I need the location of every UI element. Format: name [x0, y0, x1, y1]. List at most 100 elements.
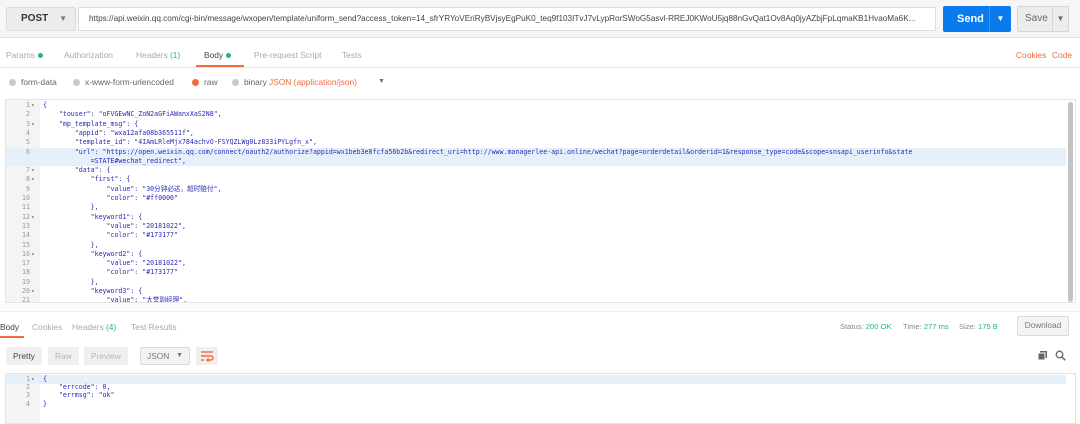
code-text: "value": "30分钟必达，超时赔付",	[43, 184, 222, 193]
wrap-lines-button[interactable]	[196, 347, 218, 365]
code-line[interactable]: 6 "url": "https://open.weixin.qq.com/con…	[6, 147, 1066, 157]
body-type-options: form-data x-www-form-urlencoded raw bina…	[0, 70, 1080, 94]
code-line[interactable]: 13 "value": "20181022",	[6, 222, 1066, 231]
request-body-editor[interactable]: 1 ▾{2 "touser": "oFVGEwNC_ZoN2aGFiAWanxXa…	[5, 99, 1076, 303]
code-text: "color": "#173177"	[43, 268, 178, 277]
pane-divider[interactable]	[0, 304, 1080, 312]
fold-caret-icon[interactable]: ▾	[31, 250, 35, 259]
fold-caret-icon[interactable]: ▾	[31, 175, 35, 184]
response-view-bar: Pretty Raw Preview JSON ▼	[0, 342, 1080, 370]
url-input[interactable]: https://api.weixin.qq.com/cgi-bin/messag…	[78, 7, 936, 31]
radio-raw[interactable]: raw	[192, 77, 218, 87]
caret-down-icon[interactable]: ▼	[1052, 7, 1068, 31]
response-format-select[interactable]: JSON ▼	[140, 347, 190, 365]
code-text: "keyword1": {	[43, 212, 143, 221]
fold-caret-icon[interactable]: ▾	[31, 287, 35, 296]
code-line[interactable]: 11 },	[6, 203, 1066, 212]
tab-headers[interactable]: Headers (1)	[136, 50, 180, 60]
raw-label: raw	[204, 77, 218, 87]
copy-button[interactable]	[1037, 350, 1048, 363]
caret-down-icon[interactable]: ▼	[378, 78, 385, 85]
view-preview-button[interactable]: Preview	[84, 347, 128, 365]
fold-caret-icon[interactable]: ▾	[31, 101, 35, 110]
tab-test-results[interactable]: Test Results	[131, 322, 177, 332]
code-link[interactable]: Code	[1052, 50, 1072, 60]
code-line[interactable]: 19 },	[6, 278, 1066, 287]
tab-response-cookies[interactable]: Cookies	[32, 322, 62, 332]
code-line[interactable]: 8 ▾ "first": {	[6, 175, 1066, 184]
method-label: POST	[21, 13, 49, 24]
code-line[interactable]: 9 "value": "30分钟必达，超时赔付",	[6, 185, 1066, 194]
tab-response-body[interactable]: Body	[0, 322, 19, 332]
code-line[interactable]: 21 "value": "大堂副经理",	[6, 296, 1066, 303]
copy-icon	[1037, 351, 1047, 361]
code-line[interactable]: 17 "value": "20181022",	[6, 259, 1066, 268]
code-line[interactable]: 4}	[6, 400, 1066, 409]
code-line[interactable]: 1 ▾ {	[6, 101, 1066, 110]
line-number: 7	[26, 166, 30, 175]
code-line[interactable]: =STATE#wechat_redirect",	[6, 156, 1066, 167]
tab-params[interactable]: Params	[6, 50, 43, 60]
search-button[interactable]	[1055, 350, 1066, 363]
caret-down-icon[interactable]: ▼	[989, 6, 1011, 32]
tab-params-label: Params	[6, 50, 35, 60]
radio-icon	[232, 79, 239, 86]
send-label: Send	[957, 13, 984, 25]
code-line[interactable]: 3 ▾ "mp_template_msg": {	[6, 120, 1066, 129]
radio-selected-icon	[192, 79, 199, 86]
code-text: "first": {	[43, 175, 131, 184]
view-raw-button[interactable]: Raw	[48, 347, 79, 365]
code-line[interactable]: 15 },	[6, 241, 1066, 250]
method-select[interactable]: POST ▼	[6, 7, 76, 31]
cookies-link[interactable]: Cookies	[1016, 50, 1046, 60]
code-text: "keyword2": {	[43, 249, 143, 258]
code-line[interactable]: 5 "template_id": "4IAmLRleMjx784achvO-FS…	[6, 138, 1066, 147]
request-tabs: Params Authorization Headers (1) Body Pr…	[0, 44, 1080, 68]
code-text: "value": "大堂副经理",	[43, 296, 188, 303]
code-text: =STATE#wechat_redirect",	[43, 156, 186, 165]
download-button[interactable]: Download	[1017, 316, 1069, 336]
tab-response-headers[interactable]: Headers (4)	[72, 322, 116, 332]
fold-caret-icon[interactable]: ▾	[31, 213, 35, 222]
code-line[interactable]: 10 "color": "#ff0000"	[6, 194, 1066, 203]
radio-urlencoded[interactable]: x-www-form-urlencoded	[73, 77, 174, 87]
code-line[interactable]: 16 ▾ "keyword2": {	[6, 250, 1066, 259]
code-line[interactable]: 4 "appid": "wxa12afa08b365511f",	[6, 129, 1066, 138]
code-line[interactable]: 20 ▾ "keyword3": {	[6, 287, 1066, 296]
response-body-viewer[interactable]: 1 ▾{2 "errcode": 0, 3 "errmsg": "ok" 4}	[5, 373, 1076, 424]
fold-caret-icon[interactable]: ▾	[31, 120, 35, 129]
save-button[interactable]: Save ▼	[1017, 6, 1069, 32]
code-text: }	[43, 399, 47, 408]
form-data-label: form-data	[21, 77, 57, 87]
fold-caret-icon[interactable]: ▾	[31, 166, 35, 175]
line-number: 3	[26, 119, 30, 128]
content-type-select[interactable]: JSON (application/json)	[269, 77, 357, 87]
request-bar: POST ▼ https://api.weixin.qq.com/cgi-bin…	[0, 0, 1080, 38]
code-line[interactable]: 2 "touser": "oFVGEwNC_ZoN2aGFiAWanxXaS2N…	[6, 110, 1066, 119]
code-text: "appid": "wxa12afa08b365511f",	[43, 128, 194, 137]
line-number: 2	[26, 110, 30, 119]
tab-pre-request-script[interactable]: Pre-request Script	[254, 50, 322, 60]
code-text: "color": "#173177"	[43, 231, 178, 240]
line-number: 10	[22, 194, 30, 202]
scrollbar[interactable]	[1068, 102, 1073, 302]
save-label: Save	[1025, 13, 1048, 24]
line-number: 12	[22, 212, 30, 221]
view-pretty-button[interactable]: Pretty	[6, 347, 42, 365]
radio-form-data[interactable]: form-data	[9, 77, 57, 87]
send-button[interactable]: Send ▼	[943, 6, 1011, 32]
status-readout: Status: 200 OK	[840, 322, 892, 331]
response-headers-count: (4)	[105, 322, 117, 332]
code-line[interactable]: 12 ▾ "keyword1": {	[6, 213, 1066, 222]
radio-icon	[9, 79, 16, 86]
code-line[interactable]: 18 "color": "#173177"	[6, 268, 1066, 277]
code-line[interactable]: 14 "color": "#173177"	[6, 231, 1066, 240]
radio-binary[interactable]: binary	[232, 77, 267, 87]
tab-body[interactable]: Body	[204, 50, 232, 60]
code-line[interactable]: 7 ▾ "data": {	[6, 166, 1066, 175]
tab-tests[interactable]: Tests	[342, 50, 362, 60]
caret-down-icon: ▼	[59, 14, 67, 23]
status-dot-icon	[37, 53, 43, 59]
tab-authorization[interactable]: Authorization	[64, 50, 113, 60]
search-icon	[1055, 350, 1066, 361]
